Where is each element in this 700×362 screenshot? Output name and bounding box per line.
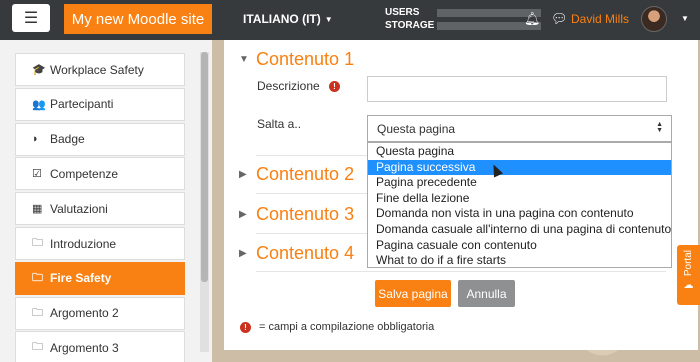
cloud-icon: ☁ [683, 280, 694, 292]
shield-icon: ◗ [32, 133, 39, 146]
cancel-button[interactable]: Annulla [458, 280, 515, 307]
sidebar-item[interactable]: 🗀 Fire Safety [15, 261, 185, 295]
storage-meter: STORAGE [385, 19, 541, 32]
required-legend-text: = campi a compilazione obbligatoria [259, 321, 435, 333]
checkbox-icon: ☑ [32, 168, 42, 181]
nav-drawer: 🎓 Workplace Safety 👥 Partecipanti ◗ Badge ☑ Com… [0, 40, 212, 362]
caret-down-icon: ▼ [324, 15, 333, 24]
caret-down-icon[interactable]: ▼ [681, 14, 689, 23]
sidebar-item[interactable]: 🗀 Argomento 3 [15, 331, 185, 362]
sidebar-item[interactable]: 🗀 Introduzione [15, 227, 185, 260]
folder-icon: 🗀 [32, 271, 43, 284]
sidebar-item-label: Argomento 3 [50, 340, 119, 355]
portal-tab[interactable]: Portal ☁ [677, 245, 700, 305]
sidebar-item[interactable]: ☑ Competenze [15, 157, 185, 191]
select-option[interactable]: Pagina precedente [368, 175, 671, 191]
language-label: ITALIANO (IT) [243, 12, 321, 26]
sidebar-item-label: Fire Safety [50, 271, 112, 286]
avatar[interactable] [641, 6, 667, 32]
sidebar-item-label: Competenze [50, 166, 119, 181]
sidebar-item-label: Workplace Safety [50, 62, 144, 77]
sidebar-item-label: Partecipanti [50, 97, 114, 112]
sidebar-item[interactable]: 👥 Partecipanti [15, 87, 185, 121]
bell-icon[interactable]: 🔔︎ [524, 11, 541, 27]
lesson-page-form: ▼ Contenuto 1 Descrizione ! Salta a.. Qu… [224, 40, 698, 350]
user-name-link[interactable]: David Mills [571, 12, 629, 26]
sidebar-item[interactable]: ▦ Valutazioni [15, 192, 185, 226]
sidebar-item-label: Badge [50, 132, 85, 147]
caret-down-icon[interactable]: ▼ [239, 54, 249, 65]
jump-select-dropdown: Questa pagina Pagina successiva Pagina pre… [367, 142, 672, 268]
caret-right-icon[interactable]: ▶ [239, 248, 247, 259]
description-label: Descrizione [257, 79, 320, 93]
top-navbar: ☰ My new Moodle site ITALIANO (IT) ▼ USER… [0, 0, 700, 40]
jump-select[interactable]: Questa pagina ▲ ▼ [367, 115, 672, 142]
graduation-cap-icon: 🎓 [32, 64, 46, 76]
folder-icon: 🗀 [32, 341, 43, 354]
select-arrows-icon: ▲ ▼ [656, 121, 663, 134]
table-icon: ▦ [32, 203, 43, 216]
hamburger-icon[interactable]: ☰ [12, 4, 50, 32]
language-menu[interactable]: ITALIANO (IT) ▼ [243, 12, 333, 26]
sidebar-item[interactable]: 🗀 Argomento 2 [15, 296, 185, 330]
select-option[interactable]: What to do if a fire starts [368, 253, 671, 269]
jump-select-value: Questa pagina [377, 121, 456, 136]
drawer-scrollbar-thumb[interactable] [201, 52, 208, 282]
sidebar-item-label: Introduzione [50, 236, 117, 251]
description-input[interactable] [367, 76, 667, 102]
sidebar-item-label: Valutazioni [50, 201, 108, 216]
select-option[interactable]: Domanda non vista in una pagina con cont… [368, 206, 671, 222]
section-title[interactable]: Contenuto 1 [256, 49, 354, 70]
required-legend: ! = campi a compilazione obbligatoria [240, 321, 434, 333]
select-option[interactable]: Pagina casuale con contenuto [368, 238, 671, 254]
site-name-link[interactable]: My new Moodle site [64, 4, 212, 34]
select-option[interactable]: Fine della lezione [368, 191, 671, 207]
folder-icon: 🗀 [32, 237, 43, 249]
required-icon: ! [240, 321, 251, 333]
select-option[interactable]: Domanda casuale all'interno di una pagin… [368, 222, 671, 238]
section-divider [256, 271, 666, 272]
select-option[interactable]: Pagina successiva [368, 159, 671, 176]
select-option[interactable]: Questa pagina [368, 144, 671, 160]
users-icon: 👥 [32, 98, 46, 111]
usage-meters: USERS STORAGE [385, 6, 541, 32]
sidebar-item-label: Argomento 2 [50, 306, 119, 321]
sidebar-item[interactable]: 🎓 Workplace Safety [15, 53, 185, 86]
users-meter-label: USERS [385, 7, 420, 18]
chat-icon[interactable]: 💬︎ [551, 11, 568, 27]
section-title[interactable]: Contenuto 2 [256, 164, 354, 185]
users-meter: USERS [385, 6, 541, 19]
save-page-button[interactable]: Salva pagina [375, 280, 451, 307]
section-title[interactable]: Contenuto 4 [256, 243, 354, 264]
folder-icon: 🗀 [32, 306, 43, 319]
storage-meter-label: STORAGE [385, 20, 435, 31]
jump-label: Salta a.. [257, 117, 302, 131]
caret-right-icon[interactable]: ▶ [239, 169, 247, 180]
section-title[interactable]: Contenuto 3 [256, 204, 354, 225]
sidebar-item[interactable]: ◗ Badge [15, 122, 185, 156]
required-icon: ! [329, 81, 340, 92]
caret-right-icon[interactable]: ▶ [239, 209, 247, 220]
portal-label: Portal [683, 250, 694, 277]
